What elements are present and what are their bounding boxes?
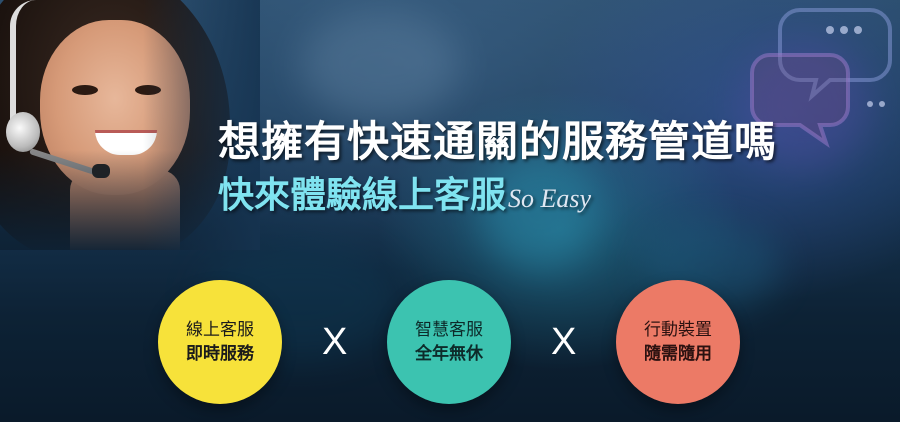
subheadline: 快來體驗線上客服So Easy <box>218 166 591 218</box>
feature-subtitle: 隨需隨用 <box>644 344 712 364</box>
hero-banner: 想擁有快速通關的服務管道嗎 快來體驗線上客服So Easy 線上客服 即時服務 … <box>0 0 900 422</box>
feature-circle-mobile-device: 行動裝置 隨需隨用 <box>616 280 740 404</box>
feature-title: 智慧客服 <box>415 320 483 340</box>
bokeh-light <box>300 10 460 120</box>
multiply-separator: X <box>322 321 348 363</box>
multiply-separator: X <box>551 321 577 363</box>
feature-subtitle: 全年無休 <box>415 344 483 364</box>
subheadline-chinese: 快來體驗線上客服 <box>218 174 507 216</box>
subheadline-english: So Easy <box>508 184 592 213</box>
headline: 想擁有快速通關的服務管道嗎 <box>218 117 778 166</box>
feature-title: 線上客服 <box>186 320 254 340</box>
feature-subtitle: 即時服務 <box>186 344 254 364</box>
feature-circle-online-service: 線上客服 即時服務 <box>158 280 282 404</box>
feature-title: 行動裝置 <box>644 320 712 340</box>
feature-circle-smart-service: 智慧客服 全年無休 <box>387 280 511 404</box>
